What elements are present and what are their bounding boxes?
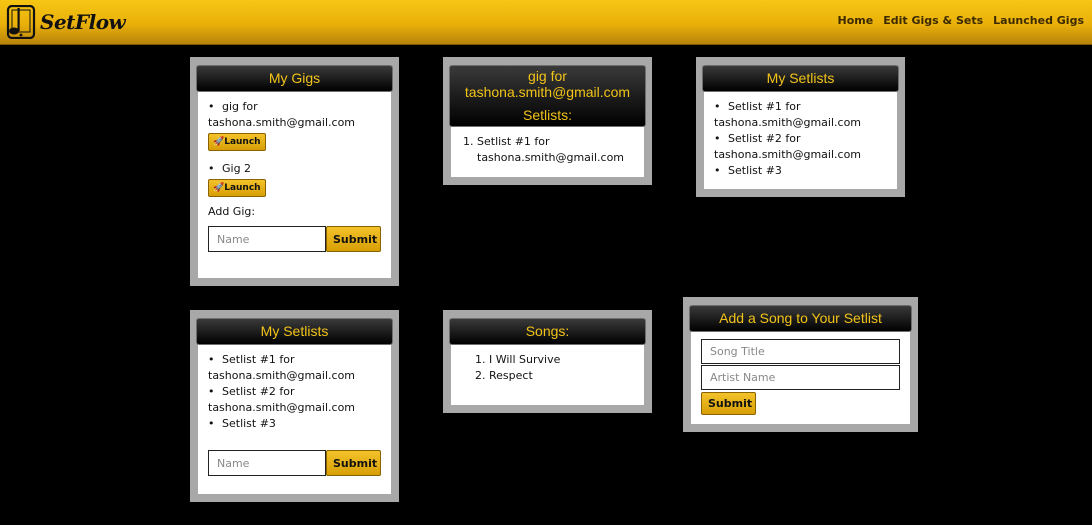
gig-list: • gig for tashona.smith@gmail.com 🚀Launch… — [208, 99, 381, 197]
my-setlists-card-top: My Setlists • Setlist #1 for tashona.smit… — [696, 57, 905, 197]
gig-item: • gig for tashona.smith@gmail.com 🚀Launch — [208, 99, 381, 151]
songs-title: Songs: — [449, 318, 646, 345]
gig-detail-card: gig for tashona.smith@gmail.com Setlists… — [443, 57, 652, 185]
add-song-body: Submit — [691, 332, 910, 415]
setlist-item[interactable]: • Setlist #2 for tashona.smith@gmail.com — [714, 131, 887, 163]
add-setlist-form: Submit — [208, 450, 381, 476]
song-title-input[interactable] — [701, 339, 900, 364]
launch-button[interactable]: 🚀Launch — [208, 179, 266, 197]
bullet: • — [208, 385, 215, 398]
setlist-label: Setlist #2 for tashona.smith@gmail.com — [208, 385, 356, 414]
my-setlists-body: • Setlist #1 for tashona.smith@gmail.com … — [704, 92, 897, 179]
gig-detail-header: gig for tashona.smith@gmail.com Setlists… — [449, 65, 646, 127]
add-song-title: Add a Song to Your Setlist — [689, 305, 912, 332]
my-setlists-body: • Setlist #1 for tashona.smith@gmail.com … — [198, 345, 391, 476]
bullet: • — [208, 162, 215, 175]
setlist-item[interactable]: • Setlist #2 for tashona.smith@gmail.com — [208, 384, 381, 416]
nav-launched-gigs[interactable]: Launched Gigs — [993, 14, 1084, 27]
nav-links: Home Edit Gigs & Sets Launched Gigs — [828, 14, 1084, 27]
setlist-label: Setlist #1 for tashona.smith@gmail.com — [208, 353, 356, 382]
song-item[interactable]: Respect — [489, 368, 634, 384]
setlist-list: • Setlist #1 for tashona.smith@gmail.com … — [714, 99, 887, 179]
bullet: • — [714, 164, 721, 177]
my-setlists-title: My Setlists — [702, 65, 899, 92]
bullet: • — [714, 132, 721, 145]
artist-name-input[interactable] — [701, 365, 900, 390]
add-song-card: Add a Song to Your Setlist Submit — [683, 297, 918, 432]
brand-name: SetFlow — [40, 10, 126, 34]
phone-note-icon — [6, 5, 36, 39]
setlist-item[interactable]: • Setlist #3 — [208, 416, 381, 432]
my-gigs-title: My Gigs — [196, 65, 393, 92]
submit-button[interactable]: Submit — [326, 450, 381, 476]
bullet: • — [714, 100, 721, 113]
my-setlists-title: My Setlists — [196, 318, 393, 345]
setlist-label: Setlist #2 for tashona.smith@gmail.com — [714, 132, 862, 161]
bullet: • — [208, 417, 215, 430]
nav-edit-gigs-sets[interactable]: Edit Gigs & Sets — [883, 14, 983, 27]
nav-home[interactable]: Home — [838, 14, 874, 27]
songs-card: Songs: I Will Survive Respect — [443, 310, 652, 413]
gig-name[interactable]: Gig 2 — [222, 162, 251, 175]
setlist-label: Setlist #3 — [728, 164, 782, 177]
my-gigs-card: My Gigs • gig for tashona.smith@gmail.com… — [190, 57, 399, 286]
add-gig-label: Add Gig: — [208, 205, 256, 218]
bullet: • — [208, 353, 215, 366]
gig-item: • Gig 2 🚀Launch — [208, 161, 381, 197]
gig-name-input[interactable] — [208, 226, 326, 252]
launch-button[interactable]: 🚀Launch — [208, 133, 266, 151]
navbar: SetFlow Home Edit Gigs & Sets Launched G… — [0, 0, 1092, 45]
gig-detail-title: gig for tashona.smith@gmail.com — [464, 68, 631, 100]
setlist-label: Setlist #3 — [222, 417, 276, 430]
songs-body: I Will Survive Respect — [451, 345, 644, 384]
setlist-item[interactable]: • Setlist #3 — [714, 163, 887, 179]
song-list: I Will Survive Respect — [461, 352, 634, 384]
gig-detail-body: Setlist #1 for tashona.smith@gmail.com — [451, 127, 644, 166]
gig-name[interactable]: gig for tashona.smith@gmail.com — [208, 100, 355, 129]
setlist-name-input[interactable] — [208, 450, 326, 476]
add-gig-form: Submit — [208, 226, 381, 252]
bullet: • — [208, 100, 215, 113]
setlist-item[interactable]: • Setlist #1 for tashona.smith@gmail.com — [714, 99, 887, 131]
brand-logo[interactable]: SetFlow — [6, 5, 126, 39]
submit-button[interactable]: Submit — [326, 226, 381, 252]
my-setlists-card-bottom: My Setlists • Setlist #1 for tashona.smit… — [190, 310, 399, 502]
gig-detail-subtitle: Setlists: — [522, 107, 572, 123]
setlist-list: • Setlist #1 for tashona.smith@gmail.com … — [208, 352, 381, 432]
song-item[interactable]: I Will Survive — [489, 352, 634, 368]
setlist-list: Setlist #1 for tashona.smith@gmail.com — [461, 134, 634, 166]
setlist-item[interactable]: • Setlist #1 for tashona.smith@gmail.com — [208, 352, 381, 384]
setlist-label: Setlist #1 for tashona.smith@gmail.com — [714, 100, 862, 129]
submit-button[interactable]: Submit — [701, 392, 756, 415]
my-gigs-body: • gig for tashona.smith@gmail.com 🚀Launch… — [198, 92, 391, 252]
setlist-item[interactable]: Setlist #1 for tashona.smith@gmail.com — [477, 134, 634, 166]
